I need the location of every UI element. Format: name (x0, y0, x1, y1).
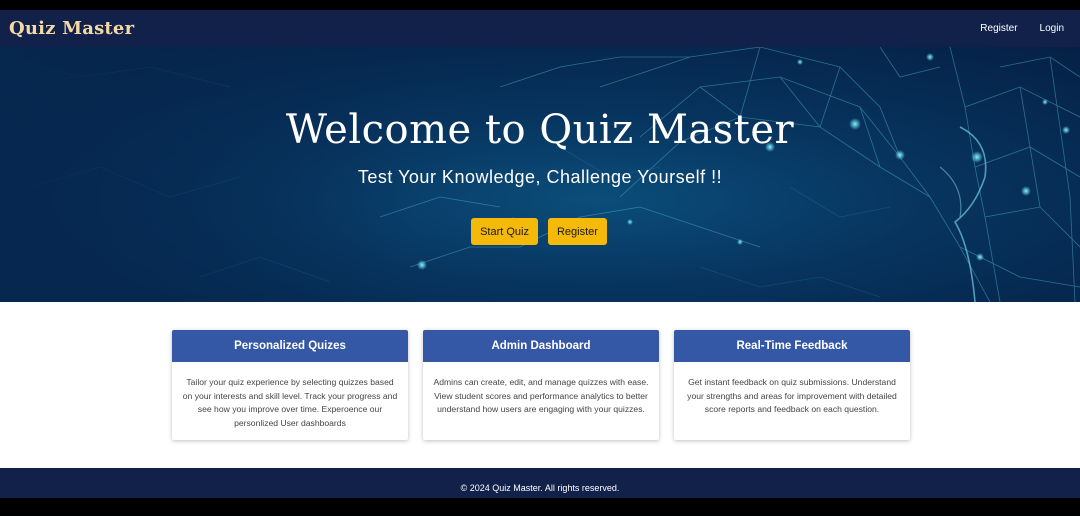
nav-login-link[interactable]: Login (1040, 23, 1064, 34)
feature-card-title: Admin Dashboard (423, 330, 659, 362)
nav-register-link[interactable]: Register (980, 23, 1017, 34)
register-button[interactable]: Register (547, 218, 607, 245)
feature-card-text: Get instant feedback on quiz submissions… (687, 377, 897, 415)
feature-card-text: Tailor your quiz experience by selecting… (182, 377, 398, 429)
brand-logo[interactable]: Quiz Master (9, 18, 134, 39)
footer: © 2024 Quiz Master. All rights reserved. (0, 468, 1080, 498)
features-section: Personalized Quizes Tailor your quiz exp… (0, 302, 1080, 468)
nav-links: Register Login (980, 23, 1064, 34)
feature-card-title: Personalized Quizes (172, 330, 408, 362)
hero-title: Welcome to Quiz Master (285, 107, 795, 153)
navbar: Quiz Master Register Login (0, 10, 1080, 47)
feature-card-text: Admins can create, edit, and manage quiz… (433, 377, 649, 415)
hero-subtitle: Test Your Knowledge, Challenge Yourself … (357, 167, 723, 187)
feature-card-admin-dashboard: Admin Dashboard Admins can create, edit,… (423, 330, 659, 440)
feature-card-personalized-quizes: Personalized Quizes Tailor your quiz exp… (172, 330, 408, 440)
feature-card-real-time-feedback: Real-Time Feedback Get instant feedback … (674, 330, 910, 440)
feature-card-title: Real-Time Feedback (674, 330, 910, 362)
start-quiz-button[interactable]: Start Quiz (471, 218, 538, 245)
hero-section: Welcome to Quiz Master Test Your Knowled… (0, 47, 1080, 302)
copyright-text: © 2024 Quiz Master. All rights reserved. (460, 483, 620, 493)
page: Quiz Master Register Login Welcome to Qu… (0, 0, 1080, 516)
hero-buttons: Start Quiz Register (0, 218, 1080, 245)
